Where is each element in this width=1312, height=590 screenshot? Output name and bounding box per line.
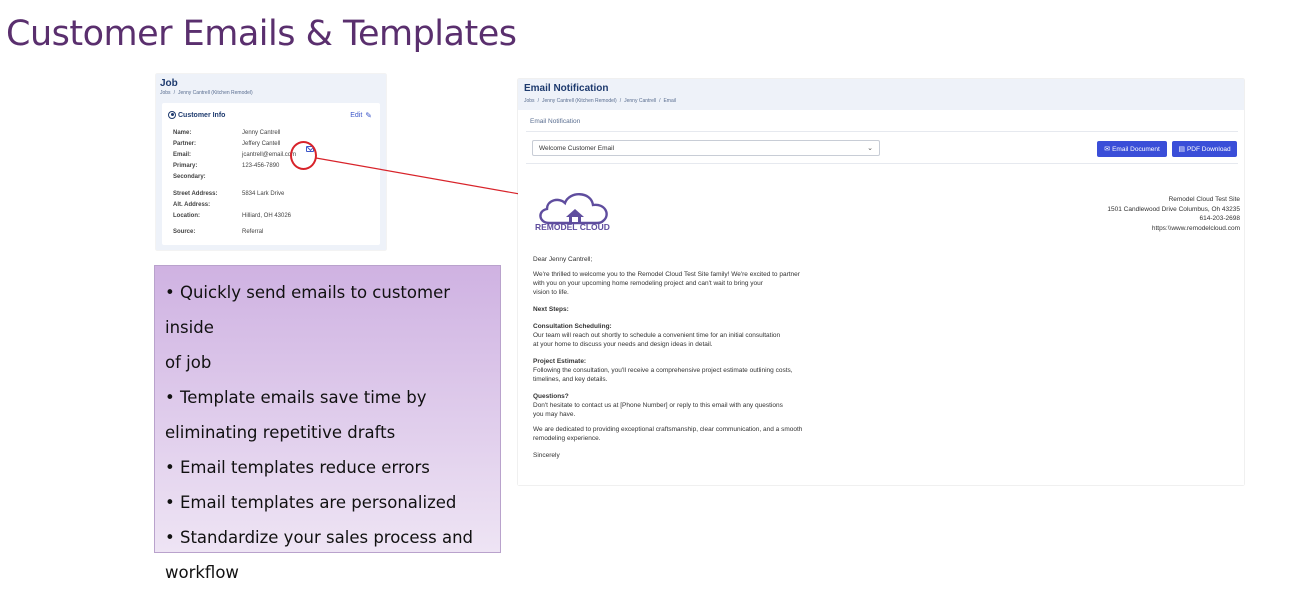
- email-document-label: Email Document: [1112, 145, 1160, 153]
- job-panel: Job Jobs / Jenny Cantrell (Kitchen Remodel…: [156, 74, 386, 250]
- field-label: Name:: [173, 130, 192, 136]
- field-email: Email: jcantrell@email.com: [173, 152, 373, 160]
- breadcrumb-jobs[interactable]: Jobs: [524, 98, 535, 104]
- field-partner: Partner: Jeffery Cantell: [173, 141, 373, 149]
- breadcrumb-email: Email: [663, 98, 676, 104]
- file-icon: ▤: [1178, 146, 1185, 153]
- envelope-icon: ✉: [1104, 146, 1111, 153]
- field-name: Name: Jenny Cantrell: [173, 130, 373, 138]
- field-label: Email:: [173, 152, 192, 158]
- field-primary-phone: Primary: 123-456-7890: [173, 163, 373, 171]
- pencil-icon: ✎: [365, 111, 372, 120]
- questions-heading: Questions?: [533, 393, 569, 400]
- email-signoff: Sincerely: [533, 452, 560, 459]
- benefit-line: • Standardize your sales process and: [165, 528, 474, 547]
- email-greeting: Dear Jenny Cantrell;: [533, 256, 593, 263]
- intro-line: We're thrilled to welcome you to the Rem…: [533, 271, 800, 278]
- breadcrumb-job[interactable]: Jenny Cantrell (Kitchen Remodel): [178, 90, 253, 96]
- divider: [526, 163, 1238, 164]
- company-address: 1501 Candlewood Drive Columbus, Oh 43235: [1107, 205, 1240, 213]
- email-header: Email Notification Jobs / Jenny Cantrell (…: [518, 79, 1244, 110]
- intro-line: with you on your upcoming home remodelin…: [533, 280, 763, 287]
- email-document-button[interactable]: ✉ Email Document: [1097, 141, 1167, 157]
- email-breadcrumb: Jobs / Jenny Cantrell (Kitchen Remodel) / Je…: [524, 98, 676, 104]
- email-page-title: Email Notification: [524, 83, 609, 94]
- estimate-line: Following the consultation, you'll recei…: [533, 367, 793, 374]
- breadcrumb-customer[interactable]: Jenny Cantrell: [624, 98, 656, 104]
- field-label: Street Address:: [173, 191, 218, 197]
- field-value: 5834 Lark Drive: [242, 191, 285, 197]
- consultation-line: Our team will reach out shortly to sched…: [533, 332, 781, 339]
- next-steps-heading: Next Steps:: [533, 306, 569, 313]
- benefits-list: • Quickly send emails to customer inside…: [155, 266, 500, 590]
- company-name: Remodel Cloud Test Site: [1168, 196, 1240, 203]
- field-street-address: Street Address: 5834 Lark Drive: [173, 191, 373, 199]
- estimate-line: timelines, and key details.: [533, 376, 608, 383]
- job-title: Job: [160, 78, 178, 89]
- edit-label: Edit: [350, 112, 363, 119]
- customer-info-card: Customer Info Edit ✎ Name: Jenny Cantrell…: [162, 103, 380, 245]
- breadcrumb-job[interactable]: Jenny Cantrell (Kitchen Remodel): [542, 98, 617, 104]
- consultation-line: at your home to discuss your needs and d…: [533, 341, 713, 348]
- customer-info-title: Customer Info: [168, 111, 225, 119]
- email-icon-highlight: [290, 141, 317, 170]
- logo-text: REMODEL CLOUD: [535, 222, 610, 232]
- closing-line: remodeling experience.: [533, 435, 601, 442]
- field-value: Jenny Cantrell: [242, 130, 281, 136]
- field-label: Source:: [173, 229, 196, 235]
- pdf-download-button[interactable]: ▤ PDF Download: [1172, 141, 1237, 157]
- divider: [526, 131, 1238, 132]
- company-website[interactable]: https:\\www.remodelcloud.com: [1107, 224, 1240, 234]
- field-value: Referral: [242, 229, 264, 235]
- company-info: Remodel Cloud Test Site 1501 Candlewood …: [1107, 195, 1240, 233]
- template-select-value: Welcome Customer Email: [539, 145, 615, 152]
- field-alt-address: Alt. Address:: [173, 202, 373, 210]
- questions-line: you may have.: [533, 411, 576, 418]
- field-secondary-phone: Secondary:: [173, 174, 373, 182]
- benefit-line: • Template emails save time by: [165, 388, 427, 407]
- field-value: 123-456-7890: [242, 163, 280, 169]
- consultation-heading: Consultation Scheduling:: [533, 323, 612, 330]
- breadcrumb-jobs[interactable]: Jobs: [160, 90, 171, 96]
- card-title-label: Customer Info: [178, 111, 226, 119]
- email-notification-panel: Email Notification Jobs / Jenny Cantrell (…: [518, 79, 1244, 485]
- email-body: Dear Jenny Cantrell; We're thrilled to w…: [533, 255, 853, 460]
- breadcrumb: Jobs / Jenny Cantrell (Kitchen Remodel): [160, 90, 253, 96]
- benefit-line: eliminating repetitive drafts: [165, 423, 396, 442]
- field-value[interactable]: jcantrell@email.com: [242, 152, 296, 158]
- field-label: Alt. Address:: [173, 202, 211, 208]
- benefits-box: • Quickly send emails to customer inside…: [154, 265, 501, 582]
- field-label: Secondary:: [173, 174, 206, 180]
- field-label: Primary:: [173, 163, 198, 169]
- intro-line: vision to life.: [533, 289, 569, 296]
- estimate-heading: Project Estimate:: [533, 358, 587, 365]
- field-location: Location: Hilliard, OH 43026: [173, 213, 373, 221]
- user-circle-icon: [168, 111, 176, 119]
- field-label: Location:: [173, 213, 200, 219]
- edit-customer-button[interactable]: Edit ✎: [350, 111, 372, 120]
- company-phone: 614-203-2698: [1199, 215, 1240, 223]
- field-value: Hilliard, OH 43026: [242, 213, 292, 219]
- benefit-line: • Quickly send emails to customer inside: [165, 283, 451, 337]
- benefit-line: workflow: [165, 563, 239, 582]
- section-label: Email Notification: [530, 118, 581, 125]
- job-header: Job Jobs / Jenny Cantrell (Kitchen Remodel…: [160, 78, 253, 96]
- benefit-line: • Email templates reduce errors: [165, 458, 430, 477]
- field-value: Jeffery Cantell: [242, 141, 281, 147]
- slide-title: Customer Emails & Templates: [6, 14, 517, 54]
- field-source: Source: Referral: [173, 229, 373, 237]
- field-label: Partner:: [173, 141, 197, 147]
- closing-line: We are dedicated to providing exceptiona…: [533, 426, 803, 433]
- template-select[interactable]: Welcome Customer Email ⌄: [532, 140, 880, 156]
- benefit-line: of job: [165, 353, 212, 372]
- questions-line: Don't hesitate to contact us at [Phone N…: [533, 402, 783, 409]
- chevron-down-icon: ⌄: [867, 145, 873, 152]
- pdf-download-label: PDF Download: [1186, 145, 1231, 153]
- benefit-line: • Email templates are personalized: [165, 493, 457, 512]
